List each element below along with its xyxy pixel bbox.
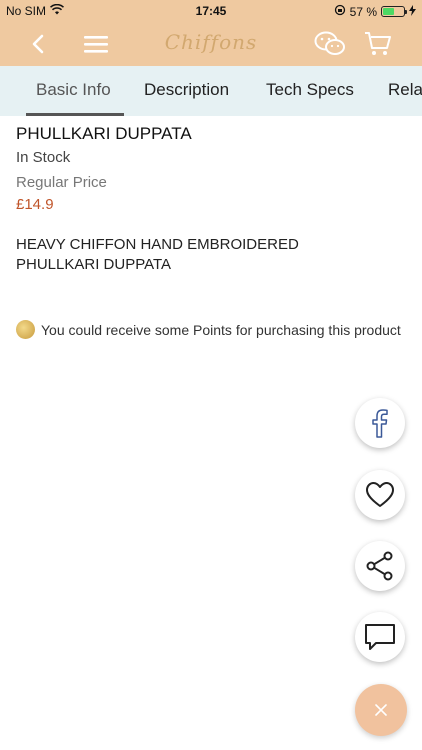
rotation-lock-icon: [334, 4, 346, 19]
close-icon: [375, 704, 387, 716]
cart-button[interactable]: [362, 28, 394, 60]
cart-icon: [365, 32, 391, 55]
wechat-icon: [314, 31, 345, 55]
battery-icon: [381, 6, 407, 17]
product-info: PHULLKARI DUPPATA In Stock Regular Price…: [16, 124, 406, 275]
charging-icon: [409, 4, 416, 19]
stock-status: In Stock: [16, 149, 71, 166]
tab-related[interactable]: Rela: [388, 80, 422, 100]
share-button[interactable]: [355, 541, 405, 591]
comment-button[interactable]: [355, 612, 405, 662]
comment-icon: [365, 624, 395, 650]
navbar: Chiffons: [0, 22, 422, 66]
wechat-button[interactable]: [314, 28, 346, 60]
description-line: PHULLKARI DUPPATA: [16, 256, 172, 273]
points-notice: You could receive some Points for purcha…: [16, 320, 401, 339]
points-text: You could receive some Points for purcha…: [41, 321, 401, 338]
regular-price-label: Regular Price: [16, 174, 107, 191]
facebook-share-button[interactable]: [355, 398, 405, 448]
product-description: HEAVY CHIFFON HAND EMBROIDERED PHULLKARI…: [16, 235, 406, 275]
status-right: 57 %: [334, 4, 416, 19]
tab-description[interactable]: Description: [144, 80, 229, 100]
brand-logo[interactable]: Chiffons: [0, 30, 422, 54]
heart-icon: [366, 482, 394, 507]
tab-basic-info[interactable]: Basic Info: [36, 80, 111, 100]
points-coin-icon: [16, 320, 35, 339]
battery-percent: 57 %: [349, 4, 377, 19]
description-line: HEAVY CHIFFON HAND EMBROIDERED: [16, 236, 299, 253]
active-tab-indicator: [26, 113, 124, 116]
facebook-icon: [372, 409, 388, 438]
status-bar: No SIM 17:45 57 %: [0, 0, 422, 22]
price-value: £14.9: [16, 196, 54, 213]
favorite-button[interactable]: [355, 470, 405, 520]
battery-fill: [383, 8, 395, 15]
tab-tech-specs[interactable]: Tech Specs: [266, 80, 354, 100]
product-title: PHULLKARI DUPPATA: [16, 124, 192, 143]
close-fab-menu-button[interactable]: [355, 684, 407, 736]
share-icon: [366, 551, 393, 581]
tab-bar: Basic Info Description Tech Specs Rela: [0, 66, 422, 116]
